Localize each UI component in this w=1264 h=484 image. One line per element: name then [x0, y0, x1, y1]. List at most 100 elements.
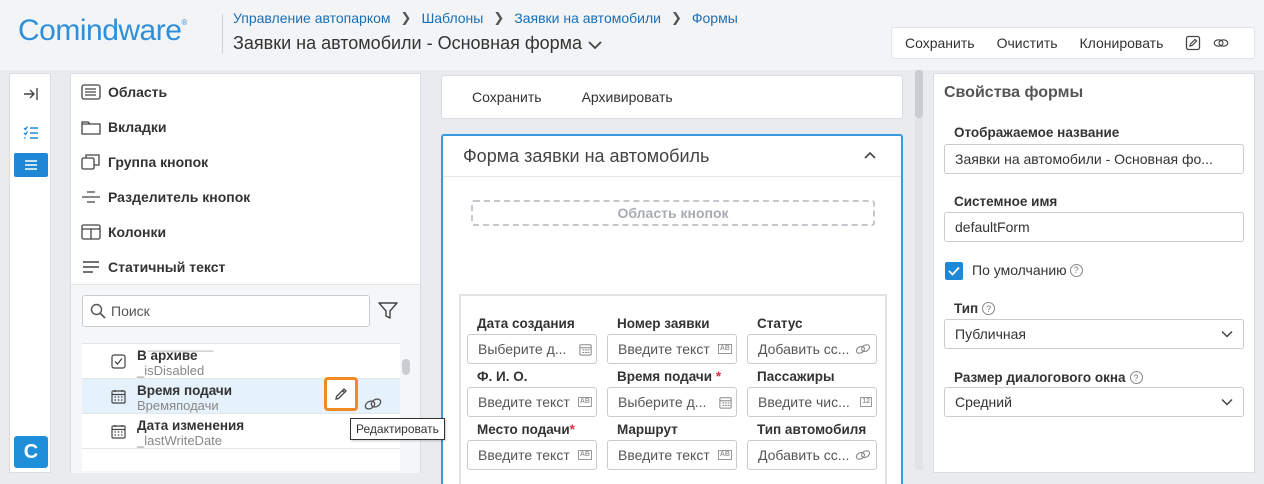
field-label: Номер заявки: [617, 316, 710, 331]
link-icon[interactable]: [363, 397, 383, 414]
text-input[interactable]: Введите текст AB: [607, 334, 737, 364]
text-ab-icon: AB: [577, 450, 592, 460]
element-static-text[interactable]: Статичный текст: [81, 259, 225, 275]
calendar-icon: [719, 396, 732, 409]
field-label: Время подачи *: [617, 369, 722, 384]
page-title[interactable]: Заявки на автомобили - Основная форма: [233, 33, 602, 54]
element-columns[interactable]: Колонки: [81, 224, 166, 240]
text-icon: [83, 261, 99, 273]
button-area-placeholder[interactable]: Область кнопок: [471, 200, 875, 226]
calendar-icon: [579, 343, 592, 356]
checklist-icon[interactable]: [14, 120, 48, 144]
number-icon: 12: [860, 397, 872, 407]
text-input[interactable]: Введите текст AB: [467, 387, 597, 417]
display-name-input[interactable]: Заявки на автомобили - Основная фо...: [944, 144, 1244, 174]
chevron-down-icon: [1221, 330, 1233, 338]
breadcrumb-item-forms[interactable]: Формы: [692, 10, 738, 26]
breadcrumb-item-templates[interactable]: Шаблоны: [421, 10, 483, 26]
edit-icon[interactable]: [1185, 35, 1201, 51]
field-label: Маршрут: [617, 422, 678, 437]
scrollbar[interactable]: [915, 70, 923, 470]
chevron-up-icon[interactable]: [863, 150, 877, 160]
archive-button[interactable]: Архивировать: [582, 89, 673, 105]
element-button-divider[interactable]: Разделитель кнопок: [81, 189, 250, 205]
dialog-size-select[interactable]: Средний: [944, 387, 1244, 417]
help-icon[interactable]: ?: [1129, 371, 1143, 384]
clone-button[interactable]: Клонировать: [1080, 35, 1164, 51]
divider-icon: [82, 191, 100, 203]
button-group-icon: [81, 154, 100, 170]
element-tabs[interactable]: Вкладки: [81, 119, 166, 135]
chevron-right-icon: ❯: [493, 10, 505, 25]
form-card[interactable]: Форма заявки на автомобиль Область кнопо…: [441, 134, 903, 484]
form-actions-bar: Сохранить Архивировать: [441, 75, 903, 119]
field-label: Дата создания: [477, 316, 575, 331]
link-icon: [854, 449, 872, 461]
area-icon: [81, 84, 101, 100]
calendar-icon: [111, 425, 126, 439]
divider: [443, 176, 901, 177]
text-input[interactable]: Введите текст AB: [467, 440, 597, 470]
fields-grid: Дата создания Выберите д... Номер заявки…: [459, 294, 887, 484]
scrollbar-thumb[interactable]: [915, 70, 923, 118]
element-area[interactable]: Область: [81, 84, 167, 100]
date-input[interactable]: Выберите д...: [607, 387, 737, 417]
type-label: Тип ?: [954, 301, 996, 316]
dialog-size-label: Размер диалогового окна ?: [954, 370, 1143, 385]
breadcrumb-item-requests[interactable]: Заявки на автомобили: [514, 10, 661, 26]
attribute-name: Дата изменения: [137, 418, 245, 433]
reference-input[interactable]: Добавить сс...: [747, 440, 877, 470]
elements-list-icon[interactable]: [14, 153, 48, 177]
chevron-right-icon: ❯: [670, 10, 682, 25]
edit-button[interactable]: [324, 377, 358, 411]
clear-button[interactable]: Очистить: [997, 35, 1058, 51]
field-label: Статус: [757, 316, 803, 331]
text-input[interactable]: Введите текст AB: [607, 440, 737, 470]
toolbar: Сохранить Очистить Клонировать: [892, 28, 1254, 58]
attribute-name: В архиве: [137, 348, 198, 363]
tooltip: Редактировать: [350, 418, 445, 440]
default-checkbox-label[interactable]: По умолчанию ?: [972, 262, 1083, 278]
divider: [222, 14, 223, 54]
save-action-button[interactable]: Сохранить: [472, 89, 542, 105]
help-icon[interactable]: ?: [1069, 263, 1083, 277]
filter-icon[interactable]: [378, 301, 398, 324]
display-name-label: Отображаемое название: [954, 125, 1120, 140]
date-input[interactable]: Выберите д...: [467, 334, 597, 364]
folder-icon: [81, 121, 101, 135]
columns-icon: [81, 224, 101, 240]
search-input[interactable]: [111, 303, 351, 319]
system-name-input[interactable]: defaultForm: [944, 212, 1244, 242]
form-title: Форма заявки на автомобиль: [463, 146, 710, 166]
search-field[interactable]: [82, 295, 370, 327]
number-input[interactable]: Введите чис... 12: [747, 387, 877, 417]
element-button-group[interactable]: Группа кнопок: [81, 154, 208, 170]
attribute-system-name: Времяподачи: [137, 398, 219, 413]
help-icon[interactable]: ?: [982, 302, 996, 315]
reference-input[interactable]: Добавить сс...: [747, 334, 877, 364]
link-icon[interactable]: [1213, 35, 1229, 51]
breadcrumb-item-fleet[interactable]: Управление автопарком: [233, 10, 391, 26]
default-checkbox[interactable]: [945, 262, 963, 280]
attribute-system-name: _lastWriteDate: [137, 433, 223, 448]
chevron-right-icon: ❯: [400, 10, 412, 25]
panel-title: Свойства формы: [944, 84, 1084, 101]
properties-panel: Свойства формы Отображаемое название Зая…: [933, 73, 1255, 473]
checkbox-icon: [111, 354, 126, 369]
chevron-down-icon: [588, 40, 602, 49]
required-mark: *: [569, 422, 575, 437]
app-header: Comindware® Управление автопарком ❯ Шабл…: [0, 0, 1264, 70]
expand-icon[interactable]: [14, 82, 48, 106]
elements-panel: Область Вкладки Группа кнопок Разделител…: [70, 73, 445, 473]
scrollbar[interactable]: [402, 359, 410, 375]
save-button[interactable]: Сохранить: [905, 35, 975, 51]
system-name-label: Системное имя: [954, 194, 1058, 209]
type-select[interactable]: Публичная: [944, 319, 1244, 349]
text-ab-icon: AB: [717, 450, 732, 460]
pencil-icon: [335, 388, 347, 400]
search-icon: [90, 303, 106, 319]
attribute-system-name: _isDisabled: [137, 363, 205, 378]
logo[interactable]: Comindware®: [18, 14, 187, 48]
list-item[interactable]: В архиве _isDisabled: [82, 344, 400, 379]
app-c-icon[interactable]: C: [14, 436, 48, 468]
